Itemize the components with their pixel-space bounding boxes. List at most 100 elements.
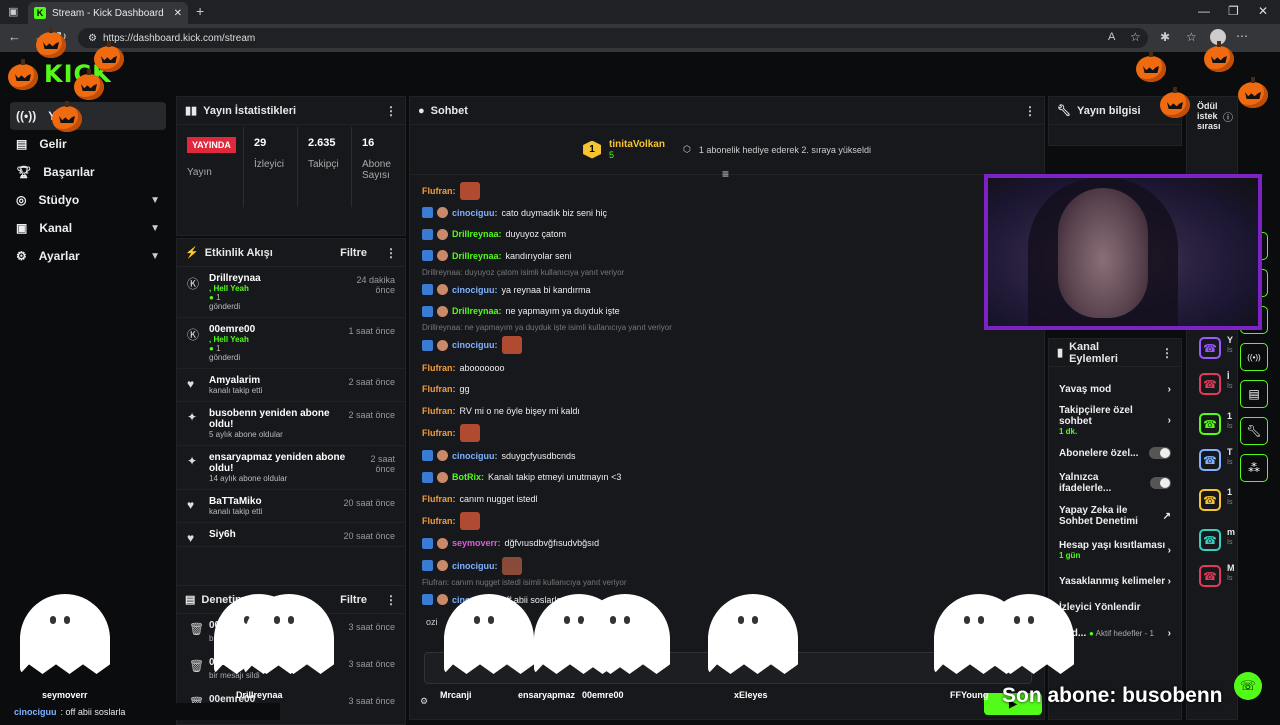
chat-message: cinociguu: cato duymadık biz seni hiç bbox=[422, 202, 1032, 224]
followers-only-option[interactable]: Takipçilere özel sohbet 1 dk. › bbox=[1049, 405, 1181, 436]
chat-username[interactable]: Flufran: bbox=[422, 363, 456, 373]
sidebar-item-kanal[interactable]: ▣ Kanal ▼ bbox=[10, 214, 166, 242]
trash-icon: 🗑︎ bbox=[189, 659, 205, 673]
settings-icon[interactable]: ⚙ bbox=[420, 696, 428, 707]
more-icon[interactable]: ⋯ bbox=[1236, 29, 1248, 43]
chat-username[interactable]: Flufran: bbox=[422, 428, 456, 438]
chat-username[interactable]: seymoverr: bbox=[452, 538, 501, 548]
wrench-icon[interactable]: 🔧︎ bbox=[1240, 417, 1268, 445]
tab-actions-icon[interactable]: ▣ bbox=[8, 5, 18, 18]
ghost-username: xEleyes bbox=[734, 690, 768, 700]
ghost-username: Drillreynaa bbox=[236, 690, 283, 700]
close-tab-icon[interactable]: ✕ bbox=[174, 8, 182, 19]
chevron-down-icon: ▼ bbox=[150, 222, 160, 234]
chat-message: cinociguu: bbox=[422, 554, 1032, 577]
chat-username[interactable]: cinociguu: bbox=[452, 451, 498, 461]
broadcast-icon[interactable]: ((•)) bbox=[1240, 343, 1268, 371]
chat-username[interactable]: Flufran: bbox=[422, 186, 456, 196]
chat-username[interactable]: cinociguu: bbox=[452, 285, 498, 295]
ghost-icon bbox=[984, 594, 1074, 674]
bottom-chat-ticker: cinociguu: off abii soslarla bbox=[0, 703, 280, 720]
webcam-overlay bbox=[984, 174, 1262, 330]
chat-message: cinociguu: sduygcfyusdbcnds bbox=[422, 445, 1032, 467]
trophy-icon: 🏆︎ bbox=[16, 165, 32, 179]
last-subscriber-label: Son abone: busobenn bbox=[1002, 684, 1223, 707]
sidebar-item-studyo[interactable]: ◎ Stüdyo ▼ bbox=[10, 186, 166, 214]
reward-request-sub: İs bbox=[1227, 423, 1233, 430]
back-icon[interactable]: ← bbox=[8, 29, 21, 44]
more-vertical-icon[interactable]: ⋮ bbox=[385, 593, 397, 607]
close-window-icon[interactable]: ✕ bbox=[1258, 4, 1268, 18]
chat-username[interactable]: Drillreynaa: bbox=[452, 229, 502, 239]
emotes-only-toggle[interactable] bbox=[1149, 477, 1171, 489]
chat-message: seymoverr: dğfvıusdbvğfısudvbğsıd bbox=[422, 533, 1032, 555]
chat-text: cato duymadık biz seni hiç bbox=[501, 207, 608, 218]
sidebar-item-gelir[interactable]: ▤ Gelir bbox=[10, 130, 166, 158]
reward-request-avatar[interactable]: ☎ bbox=[1199, 489, 1221, 511]
extensions-icon[interactable]: ✱ bbox=[1160, 30, 1170, 44]
activity-item: Ⓚ 00emre00, Hell Yeah ● 1 gönderdi 1 saat ön… bbox=[177, 318, 405, 369]
pinned-user[interactable]: tinitaVolkan bbox=[609, 139, 665, 150]
ai-moderation-option[interactable]: Yapay Zeka ile Sohbet Denetimi ↗ bbox=[1049, 503, 1181, 529]
document-icon: ▤ bbox=[185, 594, 196, 606]
more-vertical-icon[interactable]: ⋮ bbox=[1161, 346, 1173, 360]
star-icon[interactable]: ☆ bbox=[1130, 30, 1141, 44]
followers-label: Takipçi bbox=[308, 159, 339, 170]
new-tab-icon[interactable]: + bbox=[196, 3, 204, 19]
info-icon[interactable]: ⓘ bbox=[1223, 109, 1233, 124]
sidebar-item-yayin[interactable]: ((•))Yayın bbox=[10, 102, 166, 130]
chat-username[interactable]: Flufran: bbox=[422, 494, 456, 504]
more-vertical-icon[interactable]: ⋮ bbox=[385, 104, 397, 118]
stats-icon: ▮▮ bbox=[185, 105, 198, 117]
sidebar-item-ayarlar[interactable]: ⚙ Ayarlar ▼ bbox=[10, 242, 166, 270]
layout-icon[interactable]: ▤ bbox=[1240, 380, 1268, 408]
minimize-icon[interactable]: — bbox=[1198, 4, 1210, 18]
chat-username[interactable]: Flufran: bbox=[422, 406, 456, 416]
sidebar-item-basarilar[interactable]: 🏆︎ Başarılar bbox=[10, 158, 166, 186]
more-vertical-icon[interactable]: ⋮ bbox=[1024, 104, 1036, 118]
chat-username[interactable]: Flufran: bbox=[422, 384, 456, 394]
partial-message: ozi bbox=[426, 617, 438, 627]
reward-request-avatar[interactable]: ☎ bbox=[1199, 337, 1221, 359]
url-field[interactable]: ⚙ https://dashboard.kick.com/stream bbox=[78, 28, 1148, 48]
reward-request-avatar[interactable]: ☎ bbox=[1199, 413, 1221, 435]
activity-item: ♥ BaTTaMiko kanalı takip etti 20 saat önce bbox=[177, 490, 405, 523]
pumpkin-icon bbox=[1136, 51, 1166, 82]
nodes-icon[interactable]: ⁂ bbox=[1240, 454, 1268, 482]
pumpkin-icon bbox=[8, 59, 38, 90]
chat-username[interactable]: cinociguu: bbox=[452, 340, 498, 350]
browser-tab[interactable]: K Stream - Kick Dashboard ✕ bbox=[28, 2, 188, 24]
account-age-option[interactable]: Hesap yaşı kısıtlaması 1 gün › bbox=[1049, 537, 1181, 563]
help-chat-icon[interactable]: ☏ bbox=[1234, 672, 1262, 700]
banned-words-option[interactable]: Yasaklanmış kelimeler › bbox=[1049, 571, 1181, 591]
filter-button[interactable]: Filtre bbox=[340, 247, 367, 259]
reward-request-avatar[interactable]: ☎ bbox=[1199, 449, 1221, 471]
subscribers-only-toggle[interactable] bbox=[1149, 447, 1171, 459]
more-vertical-icon[interactable]: ⋮ bbox=[385, 246, 397, 260]
chat-username[interactable]: cinociguu: bbox=[452, 208, 498, 218]
chat-username[interactable]: BotRix: bbox=[452, 472, 484, 482]
kicks-icon: ● bbox=[209, 344, 214, 353]
reward-request-avatar[interactable]: ☎ bbox=[1199, 529, 1221, 551]
favorites-icon[interactable]: ☆ bbox=[1186, 30, 1197, 44]
filter-button[interactable]: Filtre bbox=[340, 594, 367, 606]
browser-tab-bar: ▣ K Stream - Kick Dashboard ✕ + — ❐ ✕ bbox=[0, 0, 1280, 24]
chat-text: ne yapmayım ya duyduk işte bbox=[505, 306, 620, 317]
reward-request-avatar[interactable]: ☎ bbox=[1199, 373, 1221, 395]
chat-username[interactable]: Flufran: bbox=[422, 516, 456, 526]
reward-request-avatar[interactable]: ☎ bbox=[1199, 565, 1221, 587]
chat-username[interactable]: Drillreynaa: bbox=[452, 306, 502, 316]
emote-icon bbox=[501, 336, 522, 355]
chat-username[interactable]: Drillreynaa: bbox=[452, 251, 502, 261]
maximize-icon[interactable]: ❐ bbox=[1228, 4, 1239, 18]
slow-mode-option[interactable]: Yavaş mod › bbox=[1049, 379, 1181, 399]
avatar bbox=[437, 207, 448, 219]
read-aloud-icon[interactable]: A bbox=[1108, 31, 1115, 43]
kick-favicon-icon: K bbox=[34, 7, 46, 19]
chat-title: Sohbet bbox=[430, 104, 468, 117]
chat-text: ya reynaa bi kandırma bbox=[501, 284, 591, 295]
chat-username[interactable]: cinociguu: bbox=[452, 561, 498, 571]
tune-icon[interactable]: ⚙ bbox=[88, 33, 97, 44]
chat-text: Kanalı takip etmeyi unutmayın <3 bbox=[488, 472, 622, 483]
host-viewers-option[interactable]: İzleyici Yönlendir bbox=[1049, 597, 1181, 617]
